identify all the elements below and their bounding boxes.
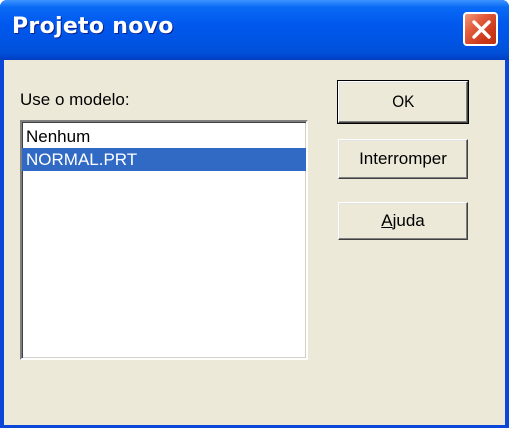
close-icon <box>472 20 491 39</box>
window-title: Projeto novo <box>12 14 174 39</box>
template-label: Use o modelo: <box>20 90 130 109</box>
list-item-selected[interactable]: NORMAL.PRT <box>22 148 306 171</box>
close-button[interactable] <box>463 12 498 46</box>
interromper-button-label: Interromper <box>359 149 447 168</box>
interromper-button[interactable]: Interromper <box>338 139 468 179</box>
ok-button-label: OK <box>391 92 415 111</box>
ok-button[interactable]: OK <box>337 80 469 124</box>
ajuda-button-label: juda <box>392 211 425 230</box>
list-item[interactable]: Nenhum <box>22 125 306 148</box>
ajuda-mnemonic: A <box>381 211 393 230</box>
dialog-body: Use o modelo: Nenhum NORMAL.PRT OK Inter… <box>4 60 505 425</box>
template-listbox[interactable]: Nenhum NORMAL.PRT <box>20 120 308 360</box>
dialog-window: Projeto novo Use o modelo: Nenhum NORMAL… <box>0 0 509 428</box>
title-bar[interactable]: Projeto novo <box>0 0 509 60</box>
ajuda-button[interactable]: Ajuda <box>338 202 468 240</box>
